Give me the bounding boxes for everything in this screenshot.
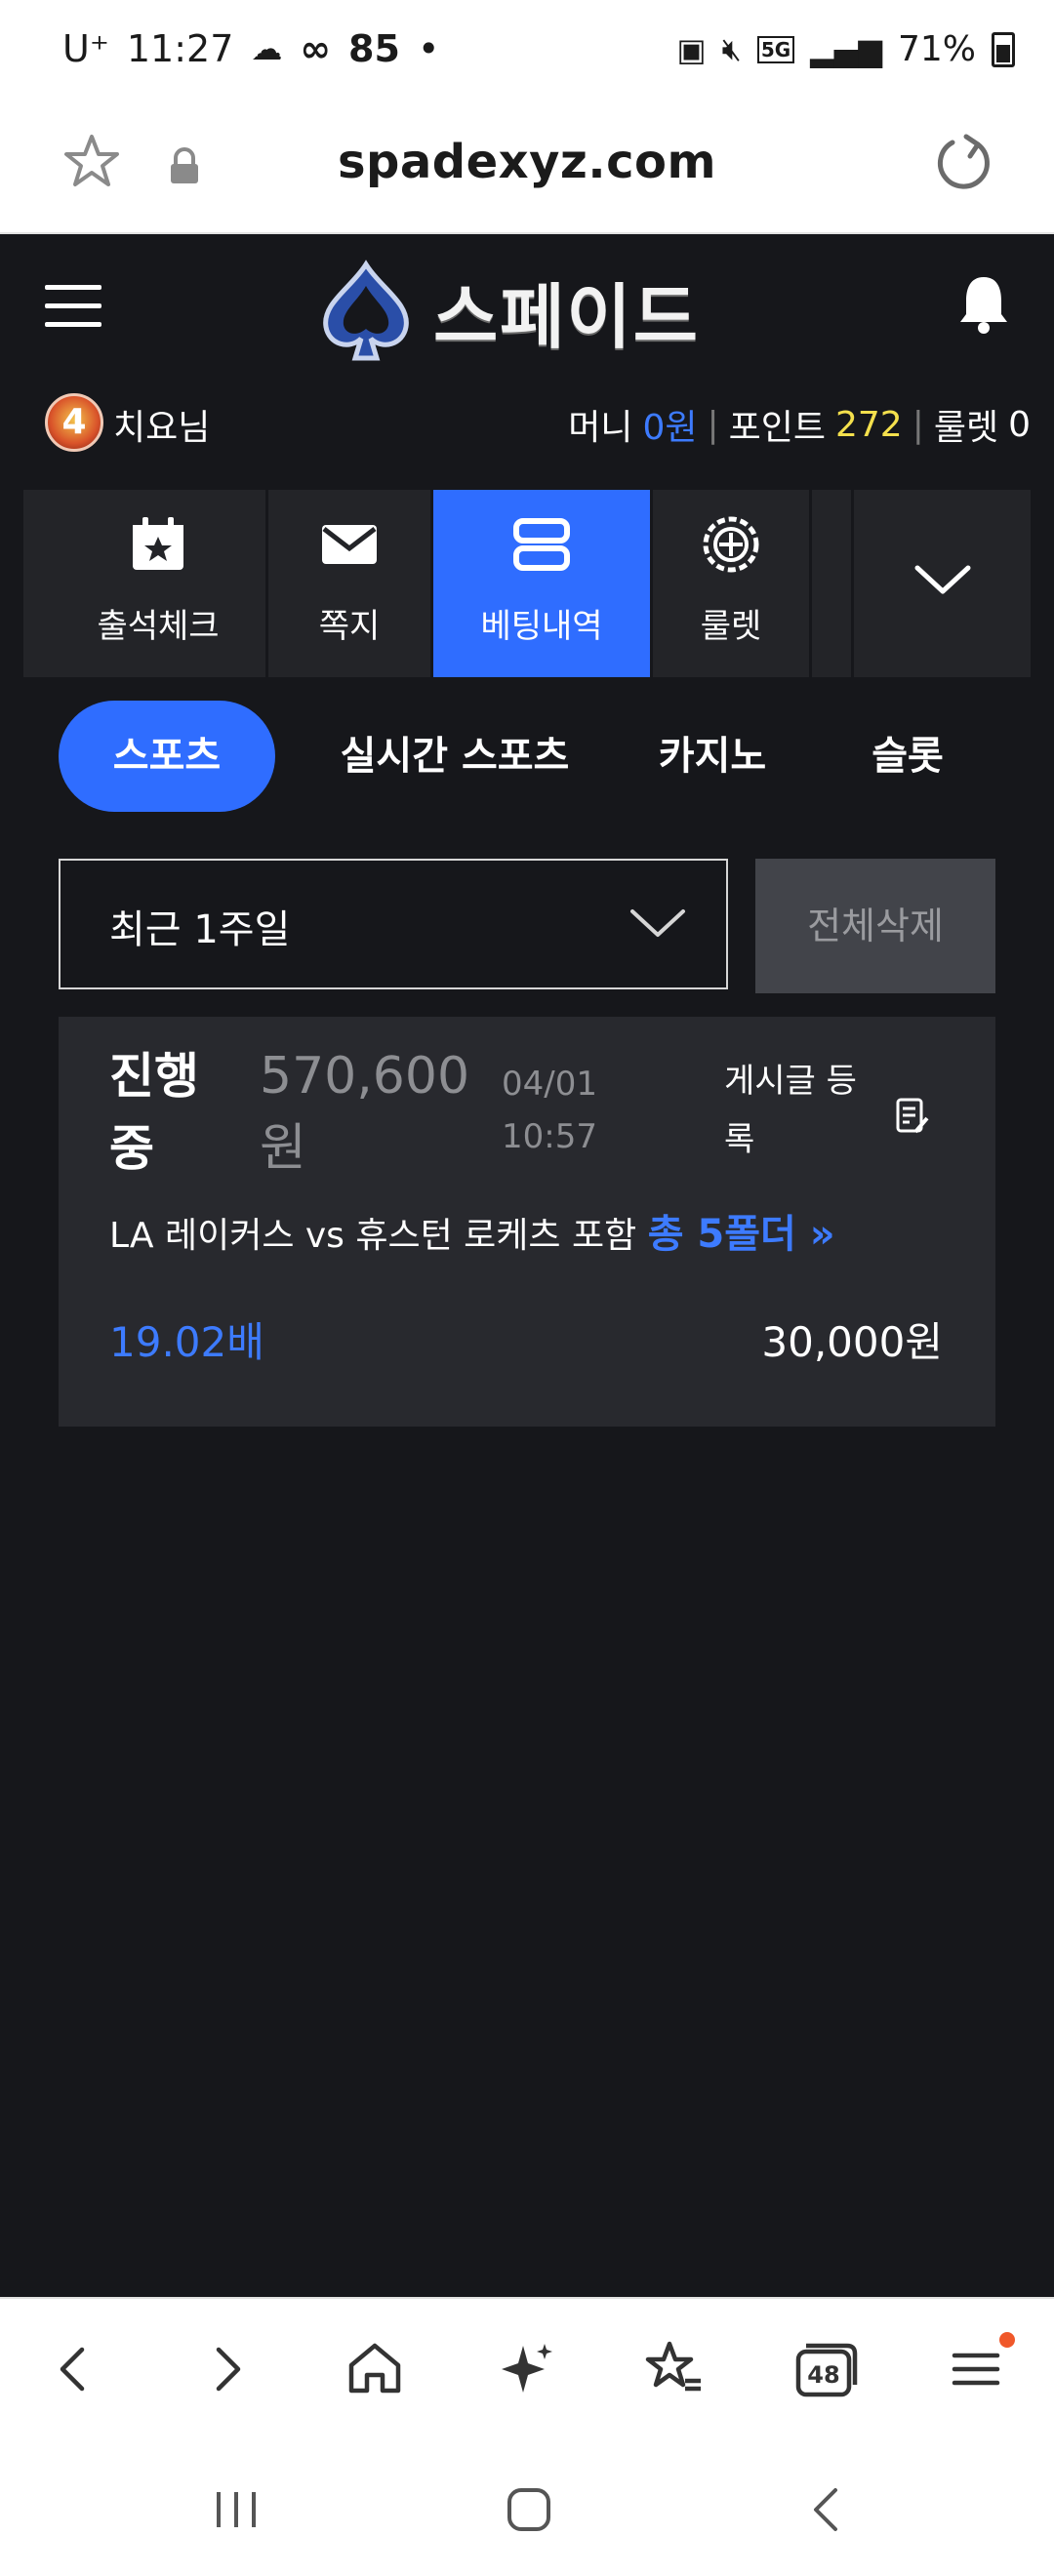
back-nav-icon[interactable] bbox=[798, 2482, 857, 2537]
money-label: 머니 bbox=[568, 408, 633, 448]
chevron-down-icon bbox=[630, 909, 685, 937]
recent-apps-icon[interactable] bbox=[207, 2482, 265, 2537]
bet-potential-win: 570,600 원 bbox=[260, 1040, 470, 1185]
carrier-label: U⁺ bbox=[62, 27, 109, 70]
bet-amount-line: 570,600 bbox=[260, 1047, 470, 1106]
user-info-row: 4 치요님 머니 0원 | 포인트 272 | 룰렛 0 bbox=[0, 385, 1054, 460]
browser-url-bar: spadexyz.com bbox=[0, 109, 1054, 234]
bet-date: 04/01 bbox=[502, 1065, 597, 1104]
quick-menu-attendance[interactable]: 출석체크 bbox=[51, 490, 268, 677]
bell-icon[interactable] bbox=[956, 271, 1011, 336]
bet-amount-line: 원 bbox=[260, 1119, 306, 1178]
notification-dot-icon: • bbox=[417, 27, 440, 70]
point-value[interactable]: 272 bbox=[835, 405, 903, 445]
bet-status-line: 진행 bbox=[109, 1048, 199, 1105]
sparkle-ai-icon[interactable] bbox=[490, 2332, 564, 2406]
clock: 11:27 bbox=[126, 27, 234, 70]
status-extra-count: 85 bbox=[348, 27, 400, 70]
notification-badge bbox=[999, 2332, 1015, 2348]
period-value: 최근 1주일 bbox=[109, 907, 291, 952]
bet-stake: 30,000원 bbox=[761, 1318, 943, 1366]
logo-text: 스페이드 bbox=[433, 275, 700, 358]
menu-icon[interactable] bbox=[45, 285, 101, 330]
period-select[interactable]: 최근 1주일 bbox=[59, 859, 728, 989]
post-register-line: 록 bbox=[724, 1120, 755, 1159]
forward-icon[interactable] bbox=[189, 2332, 264, 2406]
tab-live-sports[interactable]: 실시간 스포츠 bbox=[308, 701, 601, 812]
roulette-value[interactable]: 0 bbox=[1008, 405, 1031, 445]
balances: 머니 0원 | 포인트 272 | 룰렛 0 bbox=[568, 399, 1031, 450]
post-register-line: 게시글 등 bbox=[724, 1062, 857, 1101]
divider: | bbox=[912, 404, 924, 445]
site-logo[interactable]: 스페이드 bbox=[312, 252, 700, 369]
bet-odds: 19.02배 bbox=[109, 1318, 264, 1366]
signal-icon: ▂▄▆ bbox=[810, 30, 882, 68]
bet-datetime: 04/01 10:57 bbox=[502, 1058, 638, 1163]
site-header: 스페이드 bbox=[0, 234, 1054, 381]
bet-status: 진행 중 bbox=[109, 1040, 217, 1185]
quick-menu-roulette[interactable]: 룰렛 bbox=[653, 490, 812, 677]
browser-menu-button[interactable] bbox=[939, 2332, 1015, 2406]
chevron-down-icon bbox=[914, 565, 971, 594]
category-tabs: 스포츠 실시간 스포츠 카지노 슬롯 bbox=[59, 701, 995, 812]
network-type: 5G bbox=[756, 35, 795, 63]
bookmarks-icon[interactable] bbox=[638, 2332, 712, 2406]
url-text[interactable]: spadexyz.com bbox=[0, 135, 1054, 189]
bet-folder-count-link[interactable]: 총 5폴더 » bbox=[648, 1212, 835, 1257]
bet-match: LA 레이커스 vs 휴스턴 로케츠 포함 bbox=[109, 1216, 637, 1256]
tabs-button[interactable]: 48 bbox=[789, 2332, 863, 2406]
tab-slot[interactable]: 슬롯 bbox=[839, 701, 976, 812]
browser-toolbar: 48 bbox=[0, 2297, 1054, 2439]
battery-percent: 71% bbox=[897, 29, 976, 69]
quick-menu-label: 베팅내역 bbox=[480, 607, 603, 646]
list-icon bbox=[513, 518, 570, 571]
home-nav-icon[interactable] bbox=[500, 2482, 558, 2537]
spade-logo-icon bbox=[323, 260, 409, 361]
delete-all-button[interactable]: 전체삭제 bbox=[755, 859, 995, 993]
infinity-icon: ∞ bbox=[300, 27, 332, 70]
quick-menu-spacer bbox=[812, 490, 854, 677]
roulette-icon bbox=[703, 516, 759, 573]
mail-icon bbox=[322, 525, 377, 564]
calendar-star-icon bbox=[133, 517, 183, 570]
home-icon[interactable] bbox=[338, 2332, 412, 2406]
roulette-label: 룰렛 bbox=[933, 408, 999, 448]
tab-casino[interactable]: 카지노 bbox=[634, 701, 790, 812]
tabs-count: 48 bbox=[807, 2361, 840, 2389]
quick-menu-label: 출석체크 bbox=[97, 607, 220, 646]
weather-icon: ☁ bbox=[251, 30, 283, 67]
username: 치요님 bbox=[113, 408, 211, 448]
back-icon[interactable] bbox=[37, 2332, 111, 2406]
status-bar: U⁺ 11:27 ☁ ∞ 85 • ▣ 🔇︎ 5G ▂▄▆ 71% bbox=[0, 0, 1054, 109]
bet-status-line: 중 bbox=[109, 1120, 154, 1177]
bet-time: 10:57 bbox=[502, 1117, 597, 1156]
system-nav-bar bbox=[0, 2437, 1054, 2576]
quick-menu-bet-history[interactable]: 베팅내역 bbox=[433, 490, 653, 677]
bet-match-summary: LA 레이커스 vs 휴스턴 로케츠 포함 총 5폴더 » bbox=[109, 1202, 835, 1259]
quick-menu-messages[interactable]: 쪽지 bbox=[268, 490, 433, 677]
quick-menu-label: 룰렛 bbox=[700, 607, 762, 646]
edit-document-icon[interactable] bbox=[894, 1097, 931, 1136]
post-register-link[interactable]: 게시글 등 록 bbox=[724, 1052, 880, 1169]
quick-menu: 출석체크 쪽지 베팅내역 룰렛 bbox=[23, 490, 1031, 677]
divider: | bbox=[707, 404, 719, 445]
tab-sports[interactable]: 스포츠 bbox=[59, 701, 275, 812]
money-value[interactable]: 0원 bbox=[642, 399, 697, 450]
battery-icon bbox=[992, 31, 1015, 67]
level-badge: 4 bbox=[45, 393, 103, 452]
point-label: 포인트 bbox=[728, 408, 826, 448]
quick-menu-expand[interactable] bbox=[855, 490, 1031, 677]
reload-icon[interactable] bbox=[933, 131, 995, 193]
bet-history-card[interactable]: 진행 중 570,600 원 04/01 10:57 게시글 등 록 LA 레이… bbox=[59, 1017, 995, 1427]
battery-saver-icon: ▣ bbox=[676, 30, 707, 68]
mute-icon: 🔇︎ bbox=[721, 30, 742, 67]
quick-menu-label: 쪽지 bbox=[318, 607, 381, 646]
